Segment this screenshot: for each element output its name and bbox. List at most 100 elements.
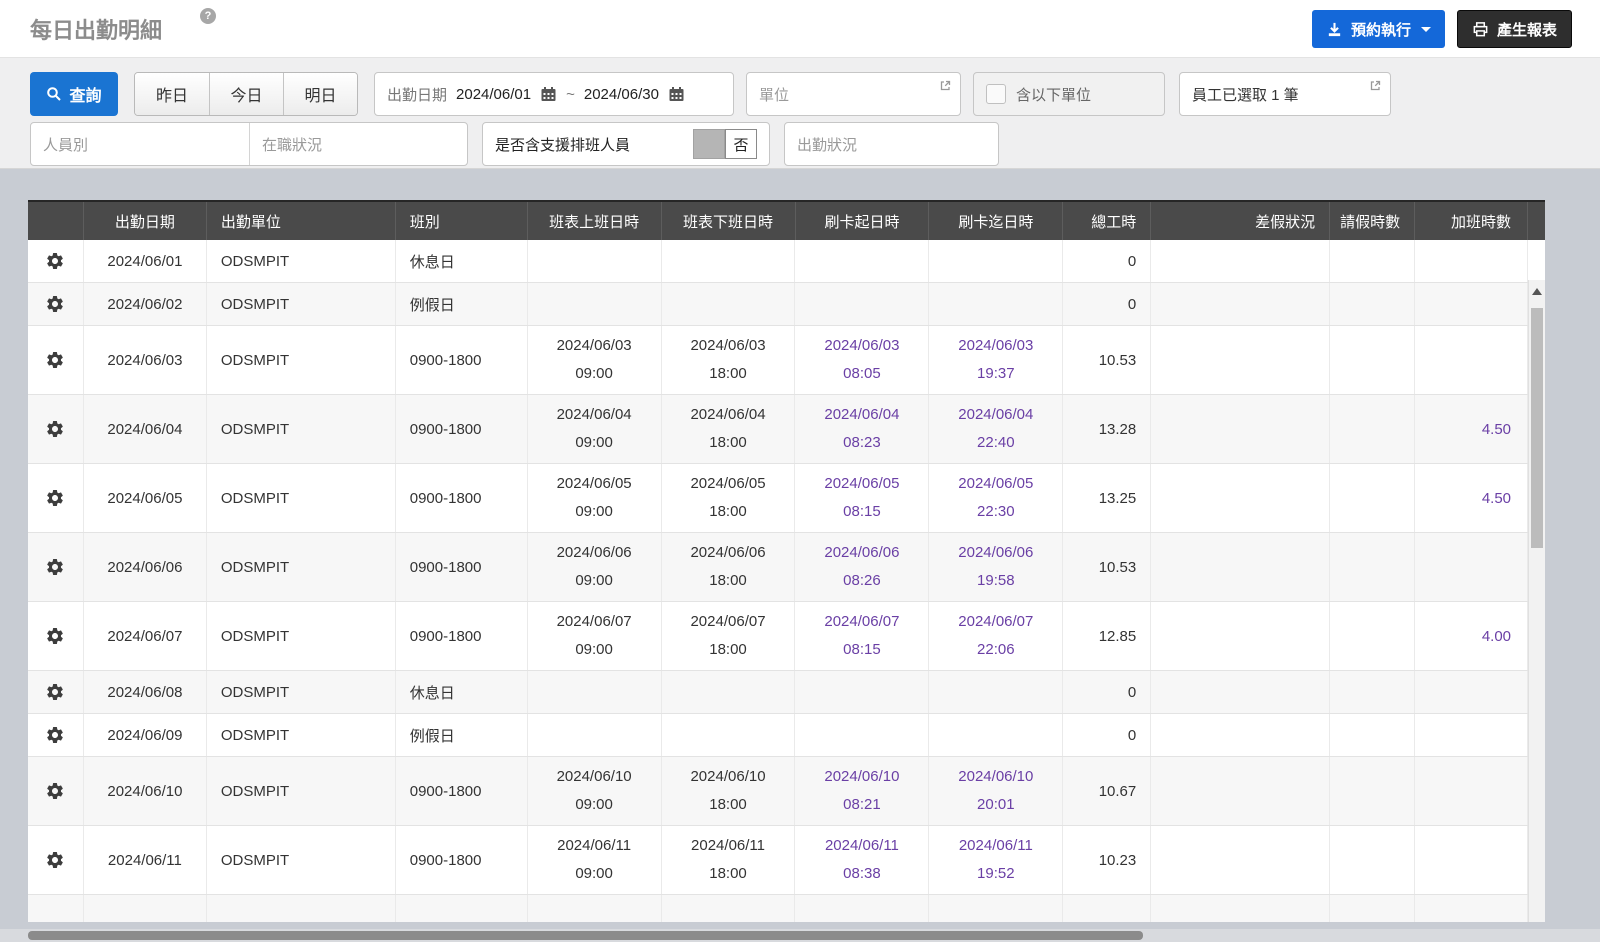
- row-settings-button[interactable]: [28, 602, 84, 670]
- cell-swipe-in[interactable]: 2024/06/0308:05: [795, 326, 929, 394]
- cell-sched-out: 2024/06/0518:00: [662, 464, 796, 532]
- cell-swipe-out[interactable]: 2024/06/0319:37: [929, 326, 1063, 394]
- table-row: 2024/06/03ODSMPIT0900-18002024/06/0309:0…: [28, 326, 1528, 395]
- cell-swipe-in[interactable]: 2024/06/1108:38: [795, 826, 929, 894]
- row-settings-button[interactable]: [28, 240, 84, 282]
- attendance-table: 出勤日期出勤單位班別班表上班日時班表下班日時刷卡起日時刷卡迄日時總工時差假狀況請…: [28, 200, 1545, 922]
- cell-shift: 0900-1800: [396, 326, 528, 394]
- row-settings-button[interactable]: [28, 395, 84, 463]
- cell-sched-out: 2024/06/12: [662, 895, 796, 922]
- row-settings-button[interactable]: [28, 826, 84, 894]
- datetime-date: 2024/06/03: [824, 332, 899, 360]
- generate-report-button[interactable]: 產生報表: [1457, 10, 1572, 48]
- header-cell: 班表下班日時: [662, 202, 796, 240]
- cell-swipe-out: [929, 714, 1063, 756]
- cell-shift: 0900-1800: [396, 757, 528, 825]
- cell-date: 2024/06/11: [84, 826, 207, 894]
- cell-swipe-out[interactable]: 2024/06/0522:30: [929, 464, 1063, 532]
- gear-icon[interactable]: [45, 251, 65, 271]
- gear-icon[interactable]: [45, 725, 65, 745]
- cell-swipe-out[interactable]: 2024/06/1119:52: [929, 826, 1063, 894]
- vertical-scrollbar-thumb[interactable]: [1531, 308, 1543, 548]
- cell-ot[interactable]: 4.00: [1415, 602, 1528, 670]
- cell-shift: 0900-1800: [396, 533, 528, 601]
- cell-swipe-in[interactable]: 2024/06/12: [795, 895, 929, 922]
- personnel-type-field[interactable]: 人員別: [31, 123, 249, 165]
- row-settings-button[interactable]: [28, 464, 84, 532]
- datetime-date: 2024/06/10: [958, 763, 1033, 791]
- cell-swipe-in[interactable]: 2024/06/0408:23: [795, 395, 929, 463]
- support-shift-toggle[interactable]: 否: [693, 129, 757, 159]
- gear-icon[interactable]: [45, 781, 65, 801]
- row-settings-button[interactable]: [28, 326, 84, 394]
- include-subunits-checkbox[interactable]: [986, 84, 1006, 104]
- cell-swipe-in[interactable]: 2024/06/1008:21: [795, 757, 929, 825]
- date-to-value[interactable]: 2024/06/30: [584, 86, 659, 103]
- gear-icon[interactable]: [45, 557, 65, 577]
- employee-selector-field[interactable]: 員工已選取 1 筆: [1179, 72, 1391, 116]
- gear-icon[interactable]: [45, 626, 65, 646]
- cell-swipe-out[interactable]: 2024/06/0422:40: [929, 395, 1063, 463]
- header-scroll-spacer: [1528, 202, 1545, 240]
- vertical-scrollbar[interactable]: [1528, 280, 1545, 922]
- table-row: 2024/06/122024/06/122024/06/122024/06/12: [28, 895, 1528, 922]
- datetime-date: 2024/06/04: [690, 401, 765, 429]
- gear-icon[interactable]: [45, 350, 65, 370]
- schedule-run-button[interactable]: 預約執行: [1312, 10, 1445, 48]
- gear-icon[interactable]: [45, 419, 65, 439]
- row-settings-button[interactable]: [28, 895, 84, 922]
- external-link-icon[interactable]: [1369, 79, 1382, 92]
- row-settings-button[interactable]: [28, 533, 84, 601]
- cell-ot: [1415, 671, 1528, 713]
- header-cell: 出勤日期: [84, 202, 207, 240]
- unit-field[interactable]: 單位: [746, 72, 961, 116]
- yesterday-button[interactable]: 昨日: [135, 73, 209, 115]
- cell-unit: ODSMPIT: [207, 395, 396, 463]
- tomorrow-button[interactable]: 明日: [283, 73, 357, 115]
- cell-swipe-in: [795, 714, 929, 756]
- gear-icon[interactable]: [45, 850, 65, 870]
- cell-swipe-out[interactable]: 2024/06/12: [929, 895, 1063, 922]
- gear-icon[interactable]: [45, 294, 65, 314]
- calendar-icon[interactable]: [540, 86, 557, 103]
- datetime-date: 2024/06/11: [825, 832, 899, 860]
- cell-swipe-out[interactable]: 2024/06/1020:01: [929, 757, 1063, 825]
- cell-total: 10.53: [1063, 533, 1151, 601]
- cell-swipe-out[interactable]: 2024/06/0722:06: [929, 602, 1063, 670]
- help-icon[interactable]: ?: [200, 8, 216, 24]
- cell-sched-in: 2024/06/0309:00: [528, 326, 662, 394]
- gear-icon[interactable]: [45, 488, 65, 508]
- cell-sched-out: [662, 283, 796, 325]
- query-button[interactable]: 查詢: [30, 72, 118, 116]
- calendar-icon[interactable]: [668, 86, 685, 103]
- header-cell: 總工時: [1063, 202, 1151, 240]
- cell-swipe-in[interactable]: 2024/06/0708:15: [795, 602, 929, 670]
- cell-swipe-in[interactable]: 2024/06/0608:26: [795, 533, 929, 601]
- cell-swipe-out[interactable]: 2024/06/0619:58: [929, 533, 1063, 601]
- row-settings-button[interactable]: [28, 283, 84, 325]
- employment-status-field[interactable]: 在職狀況: [249, 123, 467, 165]
- gear-icon[interactable]: [45, 682, 65, 702]
- horizontal-scrollbar-thumb[interactable]: [28, 931, 1143, 940]
- cell-leave: [1151, 326, 1330, 394]
- cell-swipe-in[interactable]: 2024/06/0508:15: [795, 464, 929, 532]
- row-settings-button[interactable]: [28, 671, 84, 713]
- horizontal-scrollbar[interactable]: [0, 929, 1600, 942]
- attendance-status-placeholder: 出勤狀況: [797, 134, 857, 155]
- datetime-time: 18:00: [709, 429, 747, 457]
- cell-unit: [207, 895, 396, 922]
- row-settings-button[interactable]: [28, 714, 84, 756]
- datetime-date: 2024/06/05: [690, 470, 765, 498]
- date-from-value[interactable]: 2024/06/01: [456, 86, 531, 103]
- cell-ot[interactable]: 4.50: [1415, 395, 1528, 463]
- scroll-up-arrow-icon[interactable]: [1532, 288, 1542, 295]
- datetime-date: 2024/06/07: [824, 608, 899, 636]
- cell-unit: ODSMPIT: [207, 757, 396, 825]
- cell-date: 2024/06/03: [84, 326, 207, 394]
- cell-swipe-out: [929, 283, 1063, 325]
- cell-ot[interactable]: 4.50: [1415, 464, 1528, 532]
- row-settings-button[interactable]: [28, 757, 84, 825]
- attendance-status-field[interactable]: 出勤狀況: [784, 122, 999, 166]
- external-link-icon[interactable]: [939, 79, 952, 92]
- today-button[interactable]: 今日: [209, 73, 283, 115]
